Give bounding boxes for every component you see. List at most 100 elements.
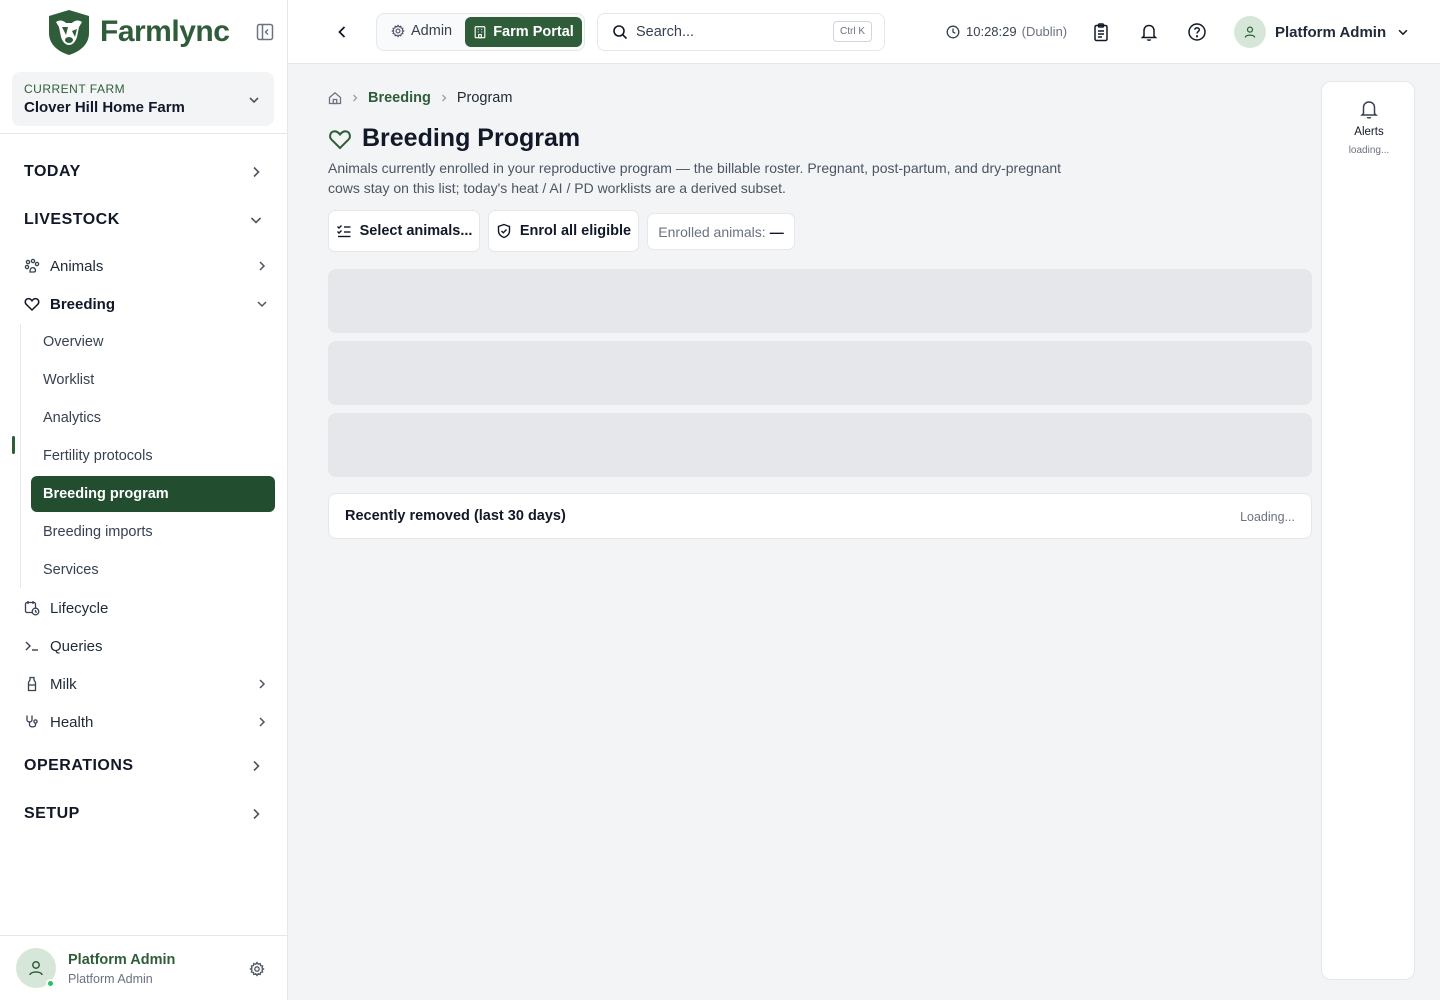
sidebar-item-animals[interactable]: Animals <box>24 250 274 282</box>
select-animals-button[interactable]: Select animals... <box>328 210 480 252</box>
chevron-right-icon <box>441 94 447 102</box>
current-farm-selector[interactable]: CURRENT FARM Clover Hill Home Farm <box>12 72 274 126</box>
admin-tab-label: Admin <box>411 23 453 39</box>
chevron-right-icon <box>253 760 260 772</box>
clock: 10:28:29 (Dublin) <box>946 24 1067 39</box>
current-farm-label: CURRENT FARM <box>24 82 126 96</box>
chevron-right-icon <box>259 717 266 727</box>
back-arrow-icon[interactable] <box>332 22 352 42</box>
section-label: SETUP <box>24 805 80 822</box>
search-input[interactable] <box>636 24 816 40</box>
farm-portal-tab[interactable]: Farm Portal <box>465 17 582 47</box>
alerts-title: Alerts <box>1354 126 1384 138</box>
stethoscope-icon <box>24 714 40 730</box>
chevron-right-icon <box>353 94 358 102</box>
gear-icon <box>391 24 405 38</box>
sidebar-subitem-analytics[interactable]: Analytics <box>31 400 275 436</box>
sidebar-user-footer[interactable]: Platform Admin Platform Admin <box>0 935 287 1000</box>
sidebar-subitem-breeding-program[interactable]: Breeding program <box>31 476 275 512</box>
app-name: Farmlync <box>100 15 230 48</box>
clipboard-list-icon[interactable] <box>1091 22 1111 42</box>
nav-section-livestock[interactable]: LIVESTOCK <box>24 206 264 234</box>
chevron-right-icon <box>253 166 260 178</box>
sidebar-item-label: Breeding <box>50 295 116 313</box>
sidebar-collapse-icon[interactable] <box>255 22 275 42</box>
help-circle-icon[interactable] <box>1187 22 1207 42</box>
clock-timezone: (Dublin) <box>1021 24 1068 39</box>
section-label: TODAY <box>24 163 81 180</box>
sidebar-item-lifecycle[interactable]: Lifecycle <box>24 592 274 624</box>
page-description: Animals currently enrolled in your repro… <box>328 160 1062 196</box>
online-status-dot <box>46 979 55 988</box>
sidebar-subitem-overview[interactable]: Overview <box>31 324 275 360</box>
admin-tab[interactable]: Admin <box>391 23 452 39</box>
sidebar-subitem-services[interactable]: Services <box>31 552 275 588</box>
building-icon <box>474 26 486 39</box>
section-label: LIVESTOCK <box>24 211 120 228</box>
chevron-down-icon <box>249 97 259 104</box>
chevron-right-icon <box>259 261 266 271</box>
sidebar-item-milk[interactable]: Milk <box>24 668 274 700</box>
sidebar-item-label: Health <box>50 713 94 731</box>
bell-icon <box>1360 101 1378 119</box>
chevron-down-icon <box>250 217 262 224</box>
user-role: Platform Admin <box>68 972 153 986</box>
loading-skeleton-row <box>328 341 1312 405</box>
user-menu-name: Platform Admin <box>1275 23 1387 41</box>
recently-removed-title: Recently removed (last 30 days) <box>345 508 566 524</box>
breadcrumb: Breeding Program <box>328 90 512 106</box>
search-bar[interactable]: Ctrl K <box>597 13 885 51</box>
divider <box>0 133 287 134</box>
breadcrumb-breeding-link[interactable]: Breeding <box>368 90 431 106</box>
chevron-right-icon <box>259 679 266 689</box>
enrolled-count-badge: Enrolled animals: — <box>647 213 795 250</box>
shield-check-icon <box>497 223 511 239</box>
select-animals-label: Select animals... <box>359 223 473 239</box>
top-header: Admin Farm Portal Ctrl K 10:28:29 (Dubli… <box>288 0 1440 64</box>
user-name: Platform Admin <box>68 952 176 968</box>
cow-shield-logo-icon <box>49 10 89 55</box>
chevron-down-icon <box>1398 29 1408 36</box>
calendar-clock-icon <box>24 600 40 616</box>
enrolled-count-value: — <box>769 223 784 240</box>
chevron-down-icon <box>257 301 267 308</box>
home-icon[interactable] <box>328 91 342 105</box>
loading-skeleton-row <box>328 269 1312 333</box>
sidebar-item-queries[interactable]: Queries <box>24 630 274 662</box>
search-icon <box>613 25 628 40</box>
submenu-marker <box>12 436 15 454</box>
sidebar-subitem-breeding-imports[interactable]: Breeding imports <box>31 514 275 550</box>
sidebar-item-label: Lifecycle <box>50 599 109 617</box>
enrol-all-eligible-button[interactable]: Enrol all eligible <box>488 210 639 252</box>
sidebar-item-health[interactable]: Health <box>24 706 274 738</box>
submenu-guide-line <box>20 324 21 588</box>
heart-icon <box>329 129 351 149</box>
user-icon <box>1244 26 1256 38</box>
heart-icon <box>24 296 40 312</box>
sidebar-item-label: Queries <box>50 637 103 655</box>
sidebar-subitem-worklist[interactable]: Worklist <box>31 362 275 398</box>
page-title: Breeding Program <box>362 124 581 152</box>
alerts-status: loading... <box>1348 145 1390 156</box>
sidebar-item-label: Animals <box>50 257 104 275</box>
gear-icon[interactable] <box>249 961 265 977</box>
user-icon <box>29 961 43 976</box>
search-shortcut-hint: Ctrl K <box>833 21 872 42</box>
enrol-all-eligible-label: Enrol all eligible <box>519 223 632 239</box>
sidebar-subitem-fertility-protocols[interactable]: Fertility protocols <box>31 438 275 474</box>
loading-skeleton-row <box>328 413 1312 477</box>
nav-section-setup[interactable]: SETUP <box>24 800 264 828</box>
breadcrumb-current: Program <box>456 90 513 106</box>
current-farm-name: Clover Hill Home Farm <box>24 99 185 116</box>
nav-section-operations[interactable]: OPERATIONS <box>24 752 264 780</box>
nav-section-today[interactable]: TODAY <box>24 158 264 186</box>
sidebar-item-breeding[interactable]: Breeding <box>24 288 274 320</box>
recently-removed-status: Loading... <box>1240 510 1295 524</box>
recently-removed-panel[interactable]: Recently removed (last 30 days) Loading.… <box>328 493 1312 539</box>
user-menu[interactable]: Platform Admin <box>1234 16 1410 48</box>
bell-icon[interactable] <box>1139 22 1159 42</box>
sidebar: Farmlync CURRENT FARM Clover Hill Home F… <box>0 0 288 1000</box>
alerts-panel[interactable]: Alerts loading... <box>1321 81 1415 980</box>
page-header: Breeding Program <box>328 124 580 153</box>
farm-portal-tab-label: Farm Portal <box>493 24 574 40</box>
